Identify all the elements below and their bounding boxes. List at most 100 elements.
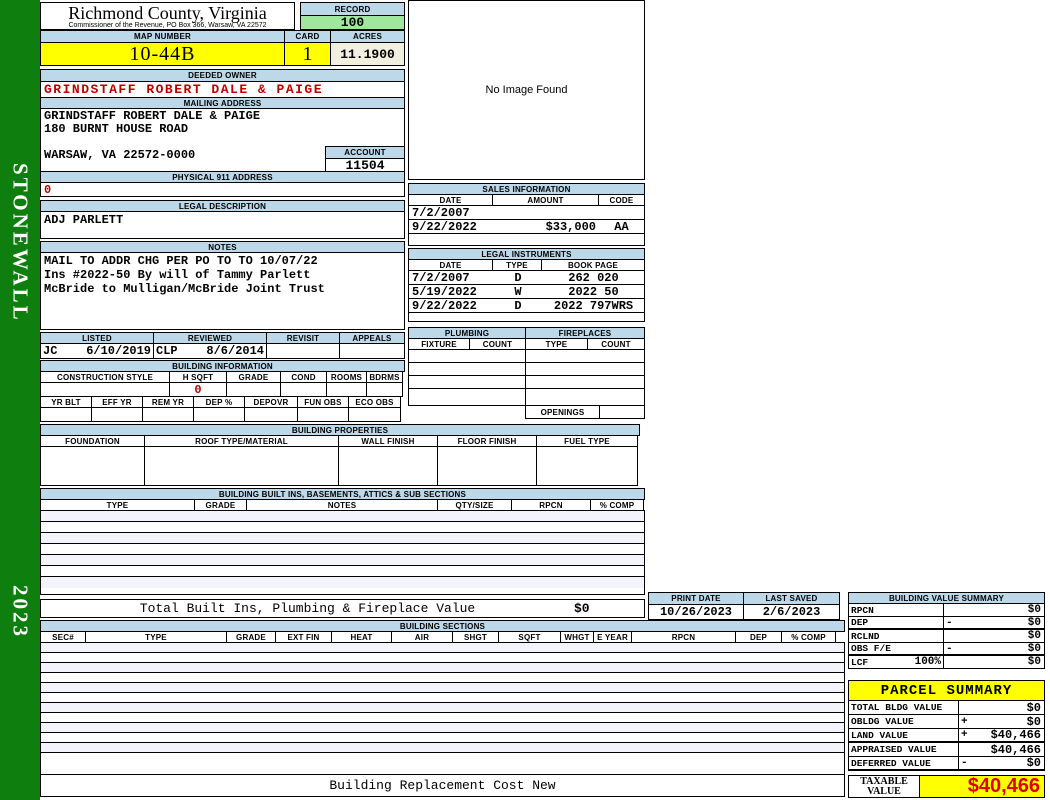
sales-row-2-amount: $33,000 (545, 219, 596, 234)
bvs-row-lcf: LCF 100% $0 (848, 655, 1045, 669)
grade-value (226, 382, 281, 397)
instrument-row-empty (409, 313, 644, 321)
revisit-value (266, 343, 340, 359)
appraised-cell: $40,466 (959, 742, 1044, 757)
instrument-row-2: 5/19/2022 W 2022 50 (409, 285, 644, 299)
last-saved-value: 2/6/2023 (743, 604, 840, 620)
property-record-card: STONEWALL 2023 Richmond County, Virginia… (0, 0, 1050, 800)
bvs-dep-cell: - $0 (944, 616, 1044, 629)
empty-table-row (409, 389, 525, 402)
appraised-label: APPRAISED VALUE (849, 743, 959, 756)
bvs-rclnd-label: RCLND (849, 630, 944, 642)
built-ins-total-value: $0 (574, 601, 590, 616)
bvs-lcf-cell: $0 (944, 656, 1044, 668)
depovr-value (244, 407, 298, 422)
instrument-row-1: 7/2/2007 D 262 020 (409, 271, 644, 285)
acres-value: 11.1900 (330, 42, 405, 66)
obldg-value: $0 (1026, 714, 1041, 729)
cond-value (280, 382, 327, 397)
legal-description-value: ADJ PARLETT (40, 211, 405, 239)
reviewed-value: CLP 8/6/2014 (153, 343, 267, 359)
h-sqft-value: 0 (169, 382, 227, 397)
empty-table-row (41, 663, 844, 673)
empty-table-row (41, 533, 644, 544)
appraised-value: $40,466 (990, 742, 1041, 757)
mailing-line-2: 180 BURNT HOUSE ROAD (44, 122, 189, 136)
empty-table-row (41, 544, 644, 555)
building-sections-empty-rows (40, 642, 845, 775)
empty-table-row (409, 350, 525, 363)
reviewed-by: CLP (156, 344, 178, 358)
instrument-row-2-type: W (514, 284, 522, 299)
bvs-dep-label: DEP (849, 617, 944, 628)
obldg-cell: + $0 (959, 714, 1044, 729)
instrument-row-1-date: 7/2/2007 (412, 270, 470, 285)
county-title-box: Richmond County, Virginia Commissioner o… (40, 2, 295, 30)
deferred-label: DEFERRED VALUE (849, 757, 959, 769)
empty-table-row (526, 389, 644, 402)
eco-obs-value (348, 407, 401, 422)
record-label: RECORD (300, 2, 405, 16)
empty-table-row (41, 733, 844, 743)
roof-type-value (144, 446, 339, 486)
sales-row-1-amount (493, 206, 599, 219)
eff-yr-value (91, 407, 143, 422)
empty-table-row (41, 723, 844, 733)
built-ins-total-row: Total Built Ins, Plumbing & Fireplace Va… (40, 599, 645, 618)
physical-911-value: 0 (40, 182, 405, 197)
empty-table-row (41, 653, 844, 663)
sales-row-1-date: 7/2/2007 (412, 205, 470, 220)
bvs-obs-cell: - $0 (944, 642, 1044, 655)
sales-row-1: 7/2/2007 (409, 206, 644, 220)
bvs-obs-label: OBS F/E (849, 643, 944, 654)
rem-yr-value (142, 407, 194, 422)
building-info-value-row-2 (40, 407, 405, 422)
floor-finish-value (437, 446, 537, 486)
empty-table-row (41, 522, 644, 533)
built-ins-empty-rows (40, 510, 645, 595)
empty-table-row (41, 555, 644, 566)
bvs-lcf-label: LCF (851, 656, 869, 668)
account-value: 11504 (325, 158, 405, 172)
plumbing-empty-rows (408, 349, 526, 406)
listed-date: 6/10/2019 (86, 344, 151, 358)
empty-table-row (526, 350, 644, 363)
fuel-type-value (536, 446, 638, 486)
land-op: + (961, 729, 968, 741)
bvs-rpcn-cell: $0 (944, 604, 1044, 616)
bvs-obs-value: $0 (1027, 642, 1041, 655)
dep-pct-value (193, 407, 245, 422)
empty-table-row (526, 376, 644, 389)
built-ins-total-label: Total Built Ins, Plumbing & Fireplace Va… (139, 601, 476, 616)
bvs-rpcn-label: RPCN (849, 604, 944, 616)
foundation-value (40, 446, 145, 486)
instrument-row-1-book: 262 020 (568, 270, 619, 285)
building-properties-value-row (40, 446, 640, 486)
bvs-lcf-pct: 100% (914, 656, 941, 668)
openings-label: OPENINGS (525, 405, 600, 419)
total-bldg-cell: $0 (959, 700, 1044, 715)
sales-row-2-date: 9/22/2022 (412, 219, 477, 234)
bvs-row-obs: OBS F/E - $0 (848, 642, 1045, 656)
obldg-label: OBLDG VALUE (849, 715, 959, 728)
mailing-line-city: WARSAW, VA 22572-0000 (44, 148, 196, 162)
building-info-value-row-1: 0 (40, 382, 405, 397)
yr-blt-value (40, 407, 92, 422)
openings-value (599, 405, 645, 419)
empty-table-row (41, 693, 844, 703)
bvs-rclnd-value: $0 (1027, 630, 1041, 642)
parcel-row-appraised: APPRAISED VALUE $40,466 (848, 742, 1045, 757)
building-value-summary-rows: RPCN $0 DEP - $0 RCLND $0 OBS F/E - $0 LCF… (848, 603, 1045, 669)
record-value: 100 (300, 15, 405, 30)
bvs-lcf-value: $0 (1027, 656, 1041, 668)
building-sections-footer: Building Replacement Cost New (40, 774, 845, 797)
bvs-rpcn-value: $0 (1027, 604, 1041, 616)
empty-table-row (41, 743, 844, 753)
fireplaces-empty-rows (525, 349, 645, 406)
bvs-dep-op: - (946, 616, 953, 629)
sales-rows-box: 7/2/2007 9/22/2022 $33,000 AA (408, 205, 645, 246)
total-bldg-value: $0 (1026, 700, 1041, 715)
bvs-row-dep: DEP - $0 (848, 616, 1045, 630)
deferred-value: $0 (1026, 756, 1041, 770)
land-cell: + $40,466 (959, 728, 1044, 742)
